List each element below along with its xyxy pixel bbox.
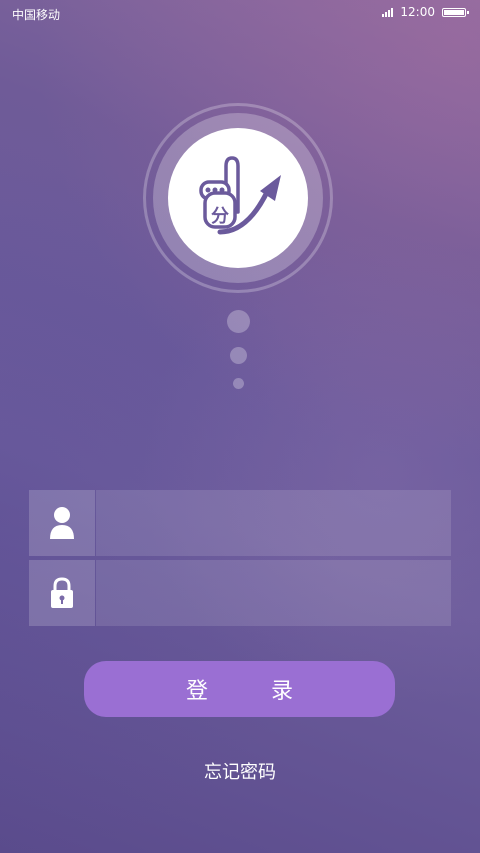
login-screen: 中国移动 12:00 分 登 录 忘记密码 bbox=[0, 0, 480, 853]
decorative-dot-medium bbox=[230, 347, 247, 364]
user-icon bbox=[29, 490, 95, 556]
forgot-password-link[interactable]: 忘记密码 bbox=[0, 758, 480, 784]
signal-bars-icon bbox=[382, 7, 394, 17]
hand-pointing-up-arrow-logo: 分 bbox=[199, 156, 281, 235]
status-right: 12:00 bbox=[382, 5, 469, 19]
password-field bbox=[29, 560, 451, 626]
carrier-name: 中国移动 bbox=[12, 8, 61, 22]
login-button[interactable]: 登 录 bbox=[84, 661, 395, 717]
lock-icon bbox=[29, 560, 95, 626]
decorative-dot-small bbox=[233, 378, 244, 389]
decorative-dot-large bbox=[227, 310, 250, 333]
password-input[interactable] bbox=[96, 560, 451, 626]
username-field bbox=[29, 490, 451, 556]
username-input[interactable] bbox=[96, 490, 451, 556]
battery-full-icon bbox=[442, 7, 469, 17]
status-bar: 中国移动 12:00 bbox=[0, 0, 480, 28]
logo-glyph: 分 bbox=[211, 206, 229, 227]
clock-time: 12:00 bbox=[400, 5, 435, 19]
